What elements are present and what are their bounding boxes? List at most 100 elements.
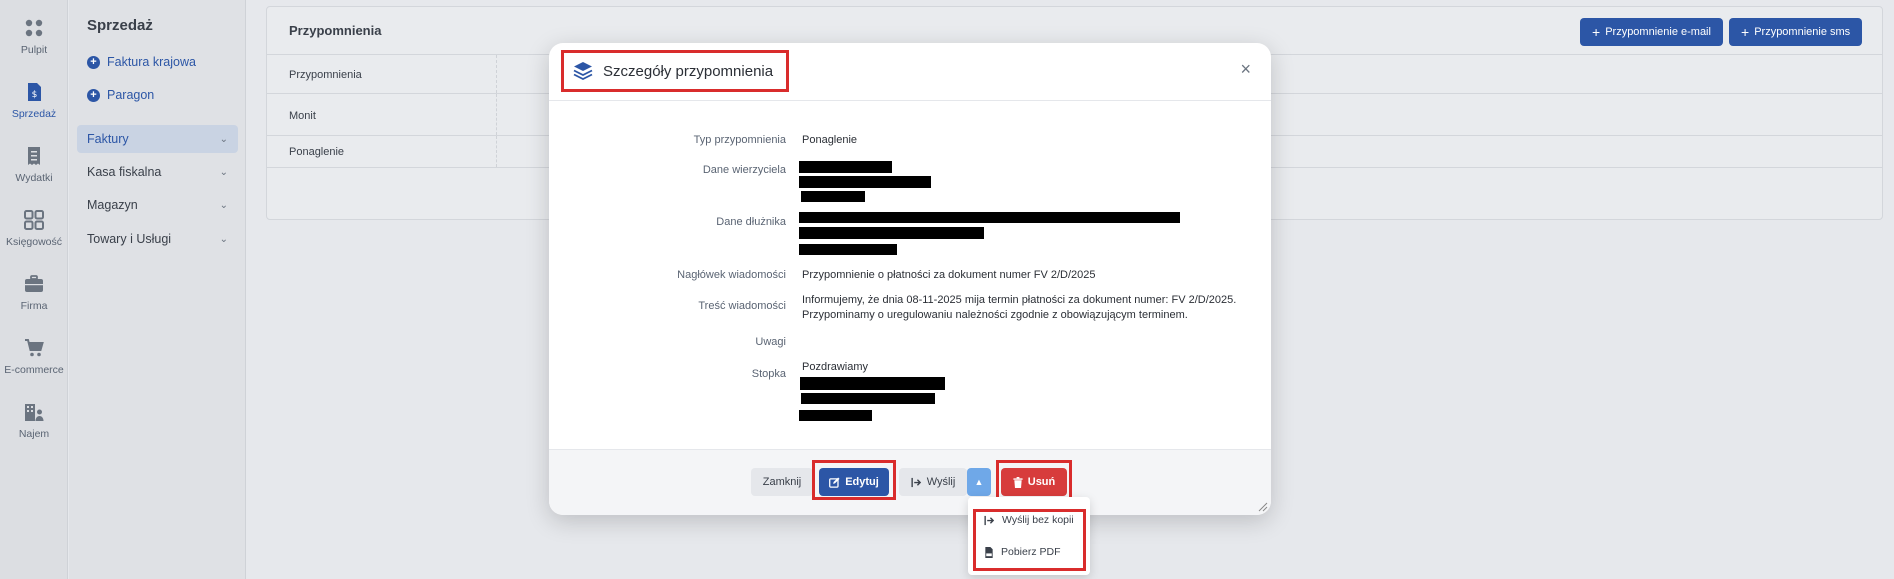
layers-icon: [573, 62, 593, 81]
svg-text:$: $: [32, 90, 38, 100]
quick-add-faktura-krajowa[interactable]: + Faktura krajowa: [87, 55, 196, 69]
rail-label: Księgowość: [5, 236, 63, 248]
page-title: Przypomnienia: [289, 23, 382, 38]
redaction-bar: [800, 377, 945, 390]
sidebar-item-towary-i-uslugi[interactable]: Towary i Usługi ⌄: [77, 225, 238, 253]
field-label: Treść wiadomości: [698, 300, 786, 312]
rail-label: Pulpit: [20, 44, 48, 56]
add-email-reminder-button[interactable]: + Przypomnienie e-mail: [1580, 18, 1723, 46]
redaction-bar: [799, 212, 1180, 223]
send-options-toggle[interactable]: ▲: [967, 468, 991, 496]
send-options-menu: Wyślij bez kopii Pobierz PDF: [968, 497, 1090, 575]
rail-item-ecommerce[interactable]: E-commerce: [0, 338, 68, 398]
briefcase-icon: [25, 275, 43, 292]
rail-item-ksiegowosc[interactable]: Księgowość: [0, 210, 68, 270]
button-label: Przypomnienie sms: [1754, 26, 1851, 38]
chevron-down-icon: ⌄: [219, 233, 228, 245]
reminder-type-value: Ponaglenie: [802, 134, 858, 146]
plus-circle-icon: +: [87, 55, 100, 69]
chevron-up-icon: ▲: [974, 477, 984, 487]
menu-item-send-without-copy[interactable]: Wyślij bez kopii: [984, 514, 1074, 526]
edit-icon: [829, 476, 840, 488]
close-icon[interactable]: ×: [1240, 59, 1251, 80]
button-label: Edytuj: [845, 476, 879, 488]
reminder-details-modal: Szczegóły przypomnienia × Typ przypomnie…: [549, 43, 1271, 515]
row-label: Ponaglenie: [289, 146, 345, 158]
edit-button[interactable]: Edytuj: [819, 468, 889, 496]
plus-icon: +: [1741, 24, 1750, 40]
field-label: Dane dłużnika: [716, 216, 786, 228]
icon-rail: Pulpit $ Sprzedaż Wydatki Księgowość Fir…: [0, 0, 68, 579]
redaction-bar: [799, 244, 897, 255]
footer-value: Pozdrawiamy: [802, 361, 869, 373]
rail-item-firma[interactable]: Firma: [0, 274, 68, 334]
plus-icon: +: [1592, 24, 1601, 40]
send-button[interactable]: Wyślij: [899, 468, 967, 496]
menu-item-label: Pobierz PDF: [1001, 546, 1061, 558]
rail-label: Wydatki: [15, 172, 53, 184]
redaction-bar: [801, 191, 865, 202]
sidebar-item-label: Kasa fiskalna: [87, 165, 162, 179]
rail-item-pulpit[interactable]: Pulpit: [0, 18, 68, 78]
rail-item-sprzedaz[interactable]: $ Sprzedaż: [0, 82, 68, 142]
row-label: Monit: [289, 110, 316, 122]
building-icon: [25, 404, 44, 421]
message-body-line: Informujemy, że dnia 08-11-2025 mija ter…: [802, 294, 1237, 306]
close-button[interactable]: Zamknij: [751, 468, 813, 496]
field-label: Typ przypomnienia: [693, 134, 786, 146]
modal-header: Szczegóły przypomnienia ×: [549, 43, 1271, 101]
pdf-file-icon: [985, 546, 993, 558]
invoice-icon: $: [28, 83, 41, 101]
message-header-value: Przypomnienie o płatności za dokument nu…: [802, 269, 1096, 281]
apps-icon: [24, 210, 44, 230]
receipt-icon: [28, 147, 40, 165]
quick-add-label: Paragon: [107, 88, 155, 102]
add-sms-reminder-button[interactable]: + Przypomnienie sms: [1729, 18, 1863, 46]
redaction-bar: [799, 227, 984, 239]
quick-add-paragon[interactable]: + Paragon: [87, 88, 154, 102]
modal-footer: Zamknij Edytuj Wyślij ▲ Usuń: [549, 449, 1271, 515]
redaction-bar: [799, 176, 931, 188]
button-label: Wyślij: [926, 476, 956, 488]
redaction-bar: [799, 161, 892, 173]
redaction-bar: [799, 410, 872, 421]
sidebar-item-kasa-fiskalna[interactable]: Kasa fiskalna ⌄: [77, 158, 238, 186]
sidebar-item-label: Faktury: [87, 132, 129, 146]
rail-item-najem[interactable]: Najem: [0, 402, 68, 462]
sidebar-item-magazyn[interactable]: Magazyn ⌄: [77, 191, 238, 219]
rail-item-wydatki[interactable]: Wydatki: [0, 146, 68, 206]
rail-label: E-commerce: [4, 364, 64, 376]
sidebar-item-faktury[interactable]: Faktury ⌄: [77, 125, 238, 153]
trash-icon: [1013, 476, 1023, 488]
modal-title: Szczegóły przypomnienia: [603, 62, 774, 80]
quick-add-label: Faktura krajowa: [107, 55, 196, 69]
send-icon: [984, 515, 995, 525]
button-label: Usuń: [1027, 476, 1056, 488]
row-label: Przypomnienia: [289, 69, 362, 81]
resize-handle-icon[interactable]: [1258, 502, 1268, 512]
menu-item-label: Wyślij bez kopii: [1002, 514, 1074, 526]
grid-icon: [25, 19, 43, 37]
field-label: Stopka: [751, 368, 786, 380]
field-label: Nagłówek wiadomości: [677, 269, 786, 281]
button-label: Przypomnienie e-mail: [1605, 26, 1711, 38]
rail-label: Sprzedaż: [11, 108, 57, 120]
send-icon: [911, 477, 921, 487]
chevron-down-icon: ⌄: [219, 199, 228, 211]
sidebar-item-label: Magazyn: [87, 198, 138, 212]
chevron-down-icon: ⌄: [219, 166, 228, 178]
redaction-bar: [801, 393, 935, 404]
field-label: Dane wierzyciela: [702, 164, 786, 176]
rail-label: Firma: [20, 300, 48, 312]
section-sidebar: Sprzedaż + Faktura krajowa + Paragon Fak…: [69, 0, 246, 579]
plus-circle-icon: +: [87, 88, 100, 102]
sidebar-item-label: Towary i Usługi: [87, 232, 172, 246]
delete-button[interactable]: Usuń: [1001, 468, 1067, 496]
rail-label: Najem: [18, 428, 50, 440]
field-label: Uwagi: [755, 336, 786, 348]
chevron-down-icon: ⌄: [219, 133, 228, 145]
modal-title-highlight: Szczegóły przypomnienia: [561, 50, 789, 92]
cart-icon: [25, 339, 44, 357]
sidebar-title: Sprzedaż: [87, 17, 153, 34]
menu-item-download-pdf[interactable]: Pobierz PDF: [984, 546, 1061, 558]
